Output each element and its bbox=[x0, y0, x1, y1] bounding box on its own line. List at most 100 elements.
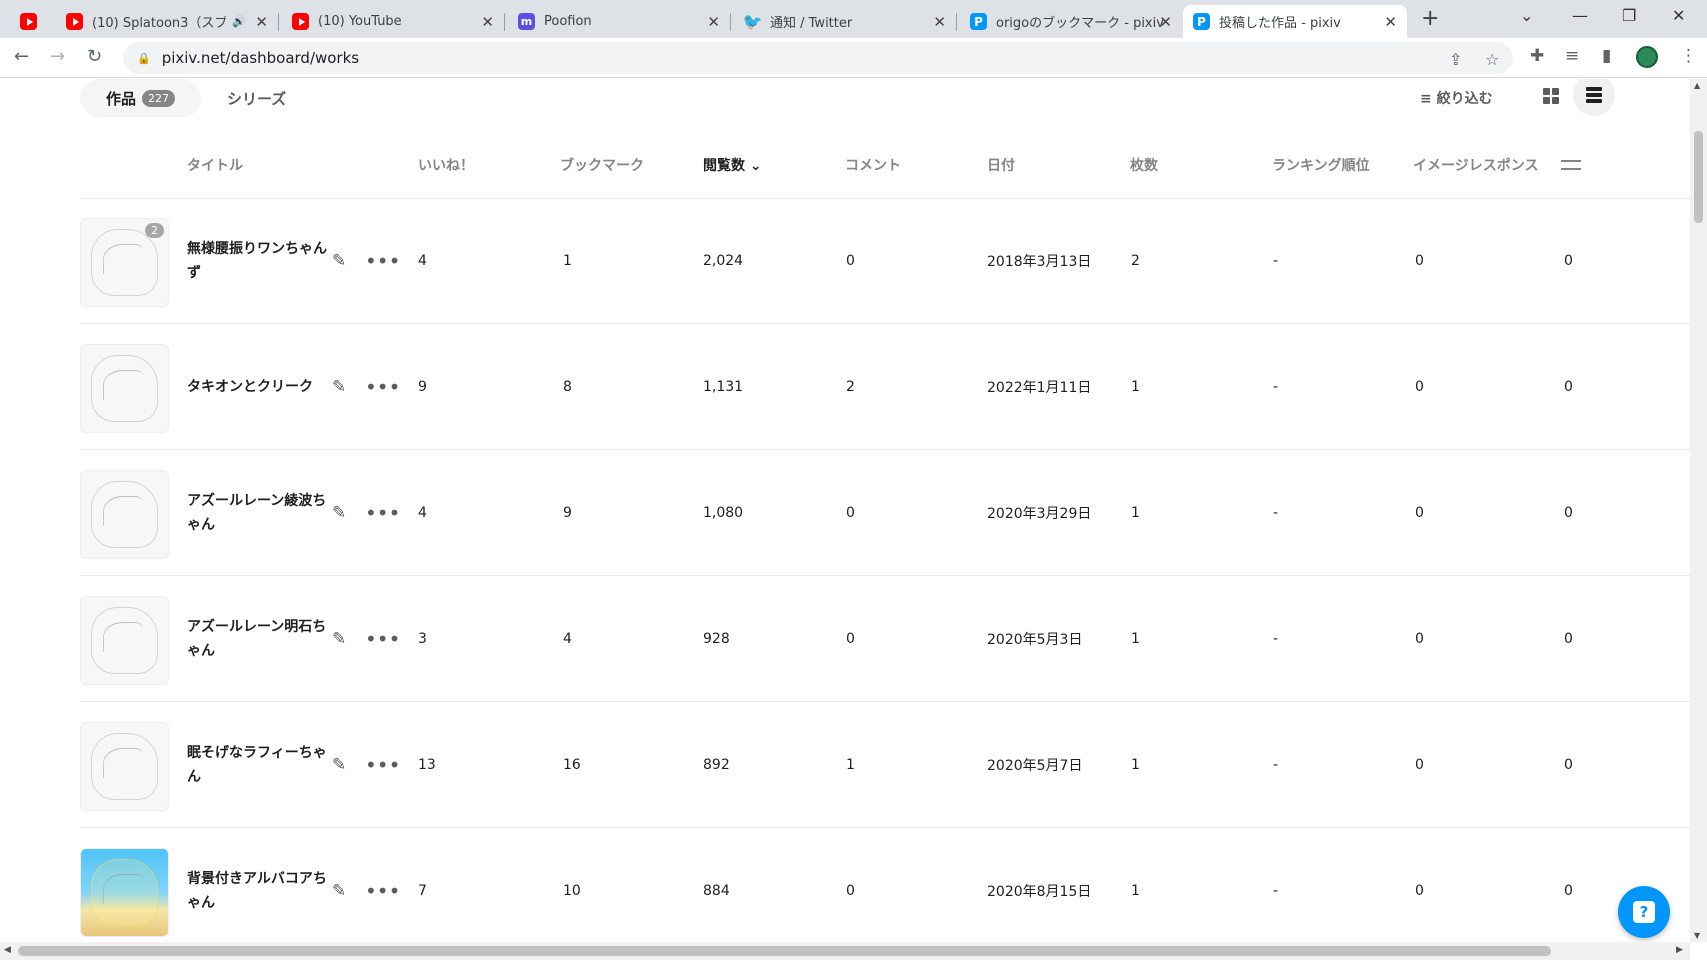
cell-likes: 13 bbox=[418, 757, 436, 773]
star-icon[interactable]: ☆ bbox=[1485, 50, 1499, 69]
more-options-icon[interactable]: ••• bbox=[365, 753, 400, 777]
work-thumbnail[interactable] bbox=[80, 848, 169, 937]
cell-date: 2020年8月15日 bbox=[987, 884, 1092, 900]
cell-views: 1,080 bbox=[703, 505, 744, 521]
column-settings-icon[interactable] bbox=[1560, 155, 1582, 175]
column-likes[interactable]: いいね！ bbox=[418, 155, 474, 175]
close-icon[interactable]: ✕ bbox=[255, 13, 268, 31]
cell-bookmarks: 9 bbox=[563, 505, 572, 521]
work-title[interactable]: アズールレーン明石ちゃん bbox=[187, 615, 327, 663]
share-icon[interactable]: ⇪ bbox=[1449, 50, 1462, 69]
pencil-icon[interactable]: ✎ bbox=[332, 251, 346, 271]
column-pages[interactable]: 枚数 bbox=[1130, 155, 1158, 175]
filter-button[interactable]: ≡ 絞り込む bbox=[1420, 88, 1493, 108]
minimize-button[interactable]: — bbox=[1572, 6, 1588, 25]
horizontal-scroll-thumb[interactable] bbox=[18, 946, 1551, 956]
column-date[interactable]: 日付 bbox=[987, 155, 1015, 175]
cell-date: 2018年3月13日 bbox=[987, 254, 1092, 270]
cell-ranking: - bbox=[1273, 883, 1279, 899]
work-thumbnail[interactable] bbox=[80, 596, 169, 685]
url-text[interactable]: pixiv.net/dashboard/works bbox=[162, 49, 359, 67]
column-comments[interactable]: コメント bbox=[845, 155, 901, 175]
more-options-icon[interactable]: ••• bbox=[365, 879, 400, 903]
cell-views: 1,131 bbox=[703, 379, 744, 395]
horizontal-scrollbar[interactable]: ◀ ▶ bbox=[0, 942, 1690, 960]
help-button[interactable]: ? bbox=[1618, 886, 1670, 938]
cell-comments: 2 bbox=[846, 379, 855, 395]
work-thumbnail[interactable] bbox=[80, 470, 169, 559]
tab-pinned-youtube[interactable] bbox=[10, 5, 52, 38]
forward-icon[interactable]: → bbox=[50, 46, 65, 67]
work-title[interactable]: 無様腰振りワンちゃんず bbox=[187, 237, 327, 285]
lock-icon[interactable]: 🔒 bbox=[137, 52, 151, 65]
cell-image-response: 0 bbox=[1415, 757, 1424, 773]
extensions-icon[interactable]: ✚ bbox=[1530, 46, 1544, 66]
cell-views: 884 bbox=[703, 883, 730, 899]
work-title[interactable]: タキオンとクリーク bbox=[187, 375, 327, 399]
pencil-icon[interactable]: ✎ bbox=[332, 881, 346, 901]
column-image-response[interactable]: イメージレスポンス bbox=[1413, 155, 1538, 175]
twitter-icon: 🐦 bbox=[742, 12, 763, 31]
tab-title: (10) YouTube bbox=[318, 14, 402, 29]
close-window-button[interactable]: ✕ bbox=[1672, 6, 1685, 25]
tab-splatoon[interactable]: (10) Splatoon3（スプラ 🔊 ✕ bbox=[56, 5, 279, 38]
new-tab-button[interactable]: + bbox=[1421, 6, 1439, 31]
address-bar[interactable]: 🔒 pixiv.net/dashboard/works ⇪ ☆ bbox=[123, 42, 1513, 74]
work-thumbnail[interactable]: 2 bbox=[80, 218, 169, 307]
close-icon[interactable]: ✕ bbox=[481, 13, 494, 31]
scroll-up-icon[interactable]: ▲ bbox=[1694, 81, 1700, 90]
work-thumbnail[interactable] bbox=[80, 344, 169, 433]
pencil-icon[interactable]: ✎ bbox=[332, 629, 346, 649]
work-thumbnail[interactable] bbox=[80, 722, 169, 811]
close-icon[interactable]: ✕ bbox=[1384, 13, 1397, 31]
tab-twitter[interactable]: 🐦 通知 / Twitter ✕ bbox=[734, 5, 957, 38]
close-icon[interactable]: ✕ bbox=[1159, 13, 1172, 31]
works-count-badge: 227 bbox=[142, 89, 176, 107]
column-bookmarks[interactable]: ブックマーク bbox=[560, 155, 644, 175]
scroll-left-icon[interactable]: ◀ bbox=[4, 945, 11, 955]
grid-view-icon[interactable] bbox=[1540, 85, 1562, 107]
pencil-icon[interactable]: ✎ bbox=[332, 503, 346, 523]
profile-avatar[interactable] bbox=[1636, 46, 1658, 68]
cell-bookmarks: 4 bbox=[563, 631, 572, 647]
close-icon[interactable]: ✕ bbox=[707, 13, 720, 31]
more-options-icon[interactable]: ••• bbox=[365, 375, 400, 399]
tab-search-icon[interactable]: ⌄ bbox=[1520, 6, 1533, 25]
pencil-icon[interactable]: ✎ bbox=[332, 755, 346, 775]
speaker-icon[interactable]: 🔊 bbox=[232, 15, 246, 28]
vertical-scrollbar[interactable]: ▲ ▼ bbox=[1690, 79, 1707, 942]
more-options-icon[interactable]: ••• bbox=[365, 627, 400, 651]
side-panel-icon[interactable]: ▮ bbox=[1602, 46, 1611, 66]
cell-bookmarks: 16 bbox=[563, 757, 581, 773]
menu-icon[interactable]: ⋮ bbox=[1680, 46, 1697, 66]
more-options-icon[interactable]: ••• bbox=[365, 501, 400, 525]
vertical-scroll-thumb[interactable] bbox=[1694, 131, 1703, 223]
tab-youtube[interactable]: (10) YouTube ✕ bbox=[282, 5, 505, 38]
pencil-icon[interactable]: ✎ bbox=[332, 377, 346, 397]
close-icon[interactable]: ✕ bbox=[933, 13, 946, 31]
restore-button[interactable]: ❐ bbox=[1622, 6, 1636, 25]
tab-series[interactable]: シリーズ bbox=[227, 88, 286, 109]
back-icon[interactable]: ← bbox=[14, 46, 29, 67]
work-title[interactable]: アズールレーン綾波ちゃん bbox=[187, 489, 327, 537]
column-views-label: 閲覧数 bbox=[703, 158, 745, 174]
column-ranking[interactable]: ランキング順位 bbox=[1272, 155, 1370, 175]
column-views[interactable]: 閲覧数 ⌄ bbox=[703, 155, 762, 175]
tab-pixiv-works[interactable]: P 投稿した作品 - pixiv ✕ bbox=[1183, 5, 1407, 38]
cell-ranking: - bbox=[1273, 505, 1279, 521]
tab-pixiv-bookmarks[interactable]: P origoのブックマーク - pixiv ✕ bbox=[960, 5, 1182, 38]
cell-bookmarks: 8 bbox=[563, 379, 572, 395]
cell-likes: 9 bbox=[418, 379, 427, 395]
tab-poofion[interactable]: m Poofion ✕ bbox=[508, 5, 731, 38]
more-options-icon[interactable]: ••• bbox=[365, 249, 400, 273]
tab-title: (10) Splatoon3（スプラ bbox=[92, 16, 227, 31]
reload-icon[interactable]: ↻ bbox=[87, 46, 102, 67]
scroll-down-icon[interactable]: ▼ bbox=[1694, 931, 1700, 940]
work-title[interactable]: 眠そげなラフィーちゃん bbox=[187, 741, 327, 789]
filter-label: 絞り込む bbox=[1436, 91, 1493, 107]
list-view-icon[interactable] bbox=[1573, 79, 1615, 116]
media-control-icon[interactable]: ≡ bbox=[1565, 46, 1579, 66]
work-title[interactable]: 背景付きアルバコアちゃん bbox=[187, 867, 327, 915]
tab-works[interactable]: 作品 227 bbox=[80, 79, 202, 117]
scroll-right-icon[interactable]: ▶ bbox=[1676, 945, 1683, 955]
